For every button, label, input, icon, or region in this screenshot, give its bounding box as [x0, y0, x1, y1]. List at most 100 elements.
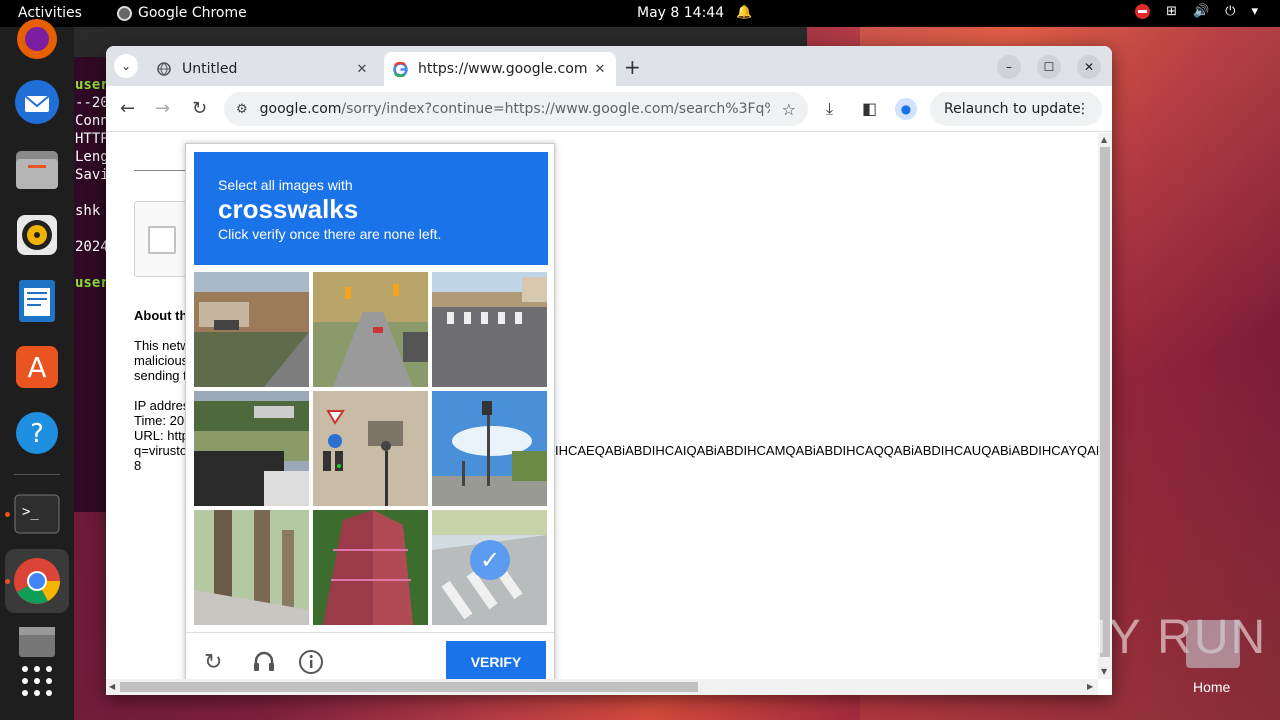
bell-icon: 🔔 — [736, 5, 753, 20]
side-panel-icon[interactable]: ◧ — [862, 99, 877, 118]
captcha-tile-8[interactable] — [313, 510, 428, 625]
vertical-scroll-thumb[interactable] — [1100, 147, 1110, 657]
svg-text:?: ? — [30, 419, 44, 449]
chrome-small-icon — [117, 5, 132, 21]
challenge-hint: Click verify once there are none left. — [218, 226, 442, 242]
captcha-tile-1[interactable] — [194, 272, 309, 387]
info-text: Time: 20 — [134, 413, 185, 428]
address-bar[interactable]: ⚙ google.com/sorry/index?continue=https:… — [224, 92, 808, 126]
chrome-running-indicator — [5, 579, 10, 584]
tab-title: https://www.google.com — [418, 61, 588, 77]
challenge-instruction: Select all images with — [218, 177, 353, 193]
captcha-tile-7[interactable] — [194, 510, 309, 625]
maximize-icon: ☐ — [1043, 60, 1055, 74]
reload-button[interactable]: ↻ — [192, 98, 207, 119]
site-info-icon[interactable]: ⚙ — [236, 102, 248, 117]
terminal-line: 2024 — [75, 239, 109, 255]
do-not-disturb-icon — [1135, 4, 1151, 19]
chrome-icon — [14, 558, 60, 604]
app-center-icon: A — [16, 346, 58, 388]
chrome-dock-item[interactable] — [5, 549, 69, 613]
terminal-icon: >_ — [14, 494, 60, 534]
volume-icon: 🔊 — [1192, 4, 1210, 19]
home-folder-label: Home — [1193, 679, 1231, 695]
close-window-button[interactable]: ✕ — [1077, 55, 1101, 79]
help-dock-item[interactable]: ? — [13, 409, 61, 457]
app-menu[interactable]: Google Chrome — [117, 5, 247, 21]
recaptcha-checkbox[interactable] — [148, 226, 176, 254]
terminal-line: Savi — [75, 167, 109, 183]
back-button[interactable]: ← — [120, 98, 135, 119]
captcha-tile-3[interactable] — [432, 272, 547, 387]
scroll-down-icon[interactable]: ▼ — [1101, 667, 1107, 676]
url-domain: google.com — [259, 101, 342, 117]
minimize-button[interactable]: – — [997, 55, 1021, 79]
minimize-icon: – — [1006, 60, 1012, 74]
forward-button[interactable]: → — [155, 98, 170, 119]
horizontal-scrollbar[interactable]: ◀ ▶ — [106, 679, 1098, 695]
tab-google[interactable]: https://www.google.com ✕ — [384, 52, 616, 86]
chevron-down-icon: ▾ — [1251, 4, 1258, 19]
info-text: 8 — [134, 458, 142, 473]
home-folder-icon[interactable] — [1186, 620, 1240, 668]
terminal-dock-item[interactable]: >_ — [13, 490, 61, 538]
tab-search-button[interactable]: ⌄ — [114, 54, 138, 78]
scroll-right-icon[interactable]: ▶ — [1087, 682, 1093, 691]
clock[interactable]: May 8 14:44 — [637, 5, 724, 21]
info-text: IP addres — [134, 398, 190, 413]
captcha-tile-5[interactable] — [313, 391, 428, 506]
terminal-line: user — [75, 275, 109, 291]
reload-challenge-icon[interactable]: ↻ — [204, 649, 222, 675]
download-icon[interactable]: ⤓ — [826, 99, 833, 119]
vertical-scrollbar[interactable]: ▲ ▼ — [1098, 133, 1112, 679]
firefox-dock-item[interactable] — [13, 15, 61, 63]
terminal-line: user — [75, 77, 109, 93]
close-tab-icon[interactable]: ✕ — [352, 62, 372, 77]
about-heading: About th — [134, 308, 188, 323]
captcha-tile-6[interactable] — [432, 391, 547, 506]
captcha-tile-9[interactable]: ✓ — [432, 510, 547, 625]
dock: A ? >_ — [0, 19, 74, 720]
captcha-tile-2[interactable] — [313, 272, 428, 387]
terminal-line: shk — [75, 203, 101, 219]
files-icon — [16, 151, 58, 189]
app-menu-label: Google Chrome — [138, 5, 247, 21]
audio-challenge-icon[interactable] — [252, 649, 276, 679]
network-icon: ⊞ — [1166, 4, 1177, 19]
svg-text:A: A — [27, 351, 46, 384]
tab-untitled[interactable]: Untitled ✕ — [148, 52, 378, 86]
files-dock-item[interactable] — [13, 145, 61, 193]
trash-icon — [19, 627, 55, 657]
verify-button[interactable]: VERIFY — [446, 641, 546, 683]
tab-strip: ⌄ Untitled ✕ https://www.google.com ✕ + … — [106, 46, 1112, 86]
help-icon: ? — [16, 412, 58, 454]
more-menu-icon[interactable]: ⋮ — [1076, 101, 1090, 117]
show-apps-dock-item[interactable] — [13, 657, 61, 705]
relaunch-button[interactable]: Relaunch to update ⋮ — [930, 92, 1102, 126]
maximize-button[interactable]: ☐ — [1037, 55, 1061, 79]
terminal-line: HTTP — [75, 131, 109, 147]
thunderbird-dock-item[interactable] — [13, 78, 61, 126]
bookmark-star-icon[interactable]: ☆ — [782, 100, 796, 119]
horizontal-scroll-thumb[interactable] — [120, 682, 698, 692]
new-tab-button[interactable]: + — [624, 55, 641, 79]
svg-text:>_: >_ — [22, 504, 39, 520]
recaptcha-widget[interactable] — [134, 201, 190, 277]
system-tray[interactable]: ⊞ 🔊 ⏻ ▾ — [1135, 4, 1258, 19]
info-icon[interactable] — [298, 649, 324, 681]
profile-avatar[interactable]: ● — [895, 98, 917, 120]
terminal-line: --20 — [75, 95, 109, 111]
page-content: About th This netw malicious sending t I… — [106, 133, 1098, 683]
scroll-up-icon[interactable]: ▲ — [1101, 135, 1107, 144]
writer-dock-item[interactable] — [13, 277, 61, 325]
captcha-tile-4[interactable] — [194, 391, 309, 506]
chrome-window: ⌄ Untitled ✕ https://www.google.com ✕ + … — [106, 46, 1112, 695]
terminal-running-indicator — [5, 512, 10, 517]
close-icon: ✕ — [1083, 60, 1095, 74]
scroll-left-icon[interactable]: ◀ — [109, 682, 115, 691]
close-tab-icon[interactable]: ✕ — [590, 62, 610, 77]
rhythmbox-dock-item[interactable] — [13, 211, 61, 259]
chevron-down-icon: ⌄ — [120, 59, 132, 73]
browser-toolbar: ← → ↻ ⚙ google.com/sorry/index?continue=… — [106, 86, 1112, 132]
app-center-dock-item[interactable]: A — [13, 343, 61, 391]
